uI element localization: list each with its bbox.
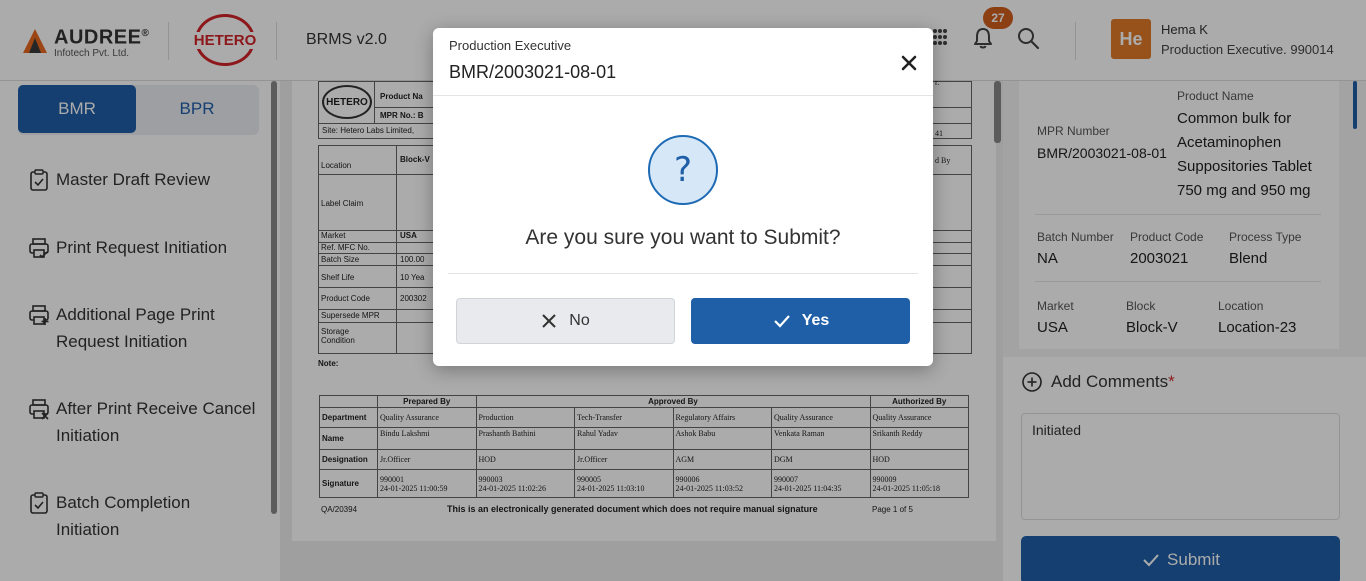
dialog-subtitle: Production Executive — [449, 38, 572, 53]
dialog-divider — [433, 95, 933, 96]
check-icon — [773, 315, 790, 328]
close-icon[interactable] — [899, 53, 919, 73]
confirm-submit-dialog: Production Executive BMR/2003021-08-01 ?… — [433, 28, 933, 366]
yes-label: Yes — [801, 312, 830, 329]
x-icon — [542, 314, 556, 328]
no-button[interactable]: No — [456, 298, 675, 344]
no-label: No — [569, 312, 590, 329]
dialog-question: Are you sure you want to Submit? — [525, 226, 841, 249]
dialog-title: BMR/2003021-08-01 — [449, 62, 617, 82]
dialog-divider — [448, 273, 918, 274]
yes-button[interactable]: Yes — [691, 298, 910, 344]
question-icon: ? — [648, 135, 718, 205]
